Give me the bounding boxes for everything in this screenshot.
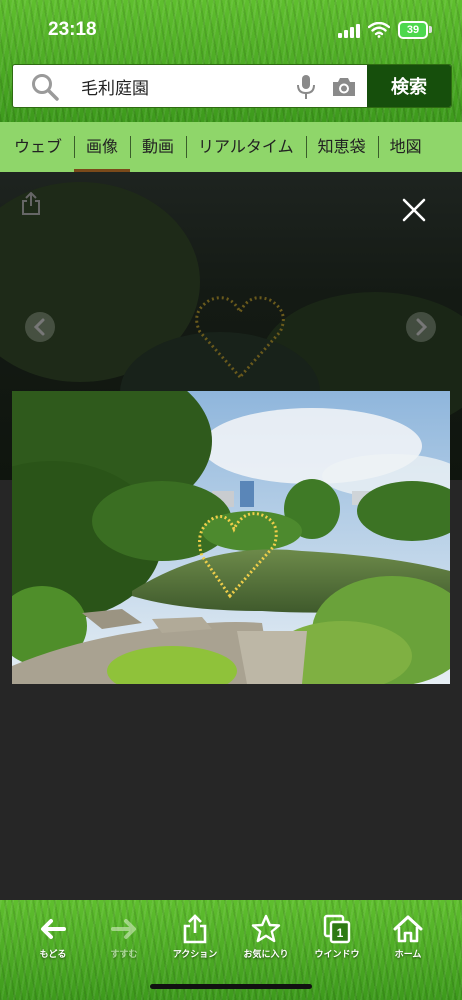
chevron-left-icon — [33, 318, 45, 336]
home-indicator — [150, 984, 312, 989]
action-share-icon — [183, 914, 207, 944]
wifi-icon — [368, 22, 390, 38]
window-label: ウインドウ — [314, 950, 360, 960]
favorites-button[interactable]: お気に入り — [231, 914, 301, 960]
tab-web[interactable]: ウェブ — [0, 122, 74, 172]
home-button[interactable]: ホーム — [373, 914, 443, 960]
tab-realtime[interactable]: リアルタイム — [186, 122, 306, 172]
back-arrow-icon — [41, 919, 66, 939]
window-icon: 1 — [323, 914, 351, 944]
forward-button[interactable]: すすむ — [89, 914, 159, 960]
chevron-right-icon — [416, 318, 428, 336]
prev-image-button[interactable] — [25, 312, 55, 342]
status-bar: 23:18 39 — [0, 0, 462, 60]
status-time: 23:18 — [48, 19, 97, 40]
camera-icon[interactable] — [331, 75, 357, 99]
battery-indicator: 39 — [398, 21, 428, 39]
forward-arrow-icon — [111, 919, 136, 939]
action-label: アクション — [172, 950, 218, 960]
tab-chiebukuro[interactable]: 知恵袋 — [305, 122, 378, 172]
favorites-label: お気に入り — [243, 950, 289, 960]
battery-tip — [429, 26, 432, 33]
tab-images[interactable]: 画像 — [74, 122, 131, 172]
search-button[interactable]: 検索 — [367, 65, 451, 107]
home-label: ホーム — [394, 950, 422, 960]
search-input[interactable] — [81, 65, 291, 107]
back-button[interactable]: もどる — [18, 914, 88, 960]
garden-photo — [12, 391, 450, 684]
close-icon[interactable] — [400, 196, 428, 224]
search-icon[interactable] — [31, 73, 59, 101]
forward-label: すすむ — [110, 950, 138, 960]
action-button[interactable]: アクション — [160, 914, 230, 960]
back-label: もどる — [39, 950, 67, 960]
header: 23:18 39 検索 — [0, 0, 462, 122]
window-button[interactable]: 1 ウインドウ — [302, 914, 372, 960]
star-icon — [251, 914, 281, 943]
share-icon[interactable] — [20, 192, 42, 216]
window-count: 1 — [337, 926, 344, 940]
search-bar: 検索 — [12, 64, 452, 108]
tab-map[interactable]: 地図 — [377, 122, 434, 172]
search-type-tabs: ウェブ 画像 動画 リアルタイム 知恵袋 地図 — [0, 122, 462, 172]
signal-icon — [338, 24, 362, 38]
tab-video[interactable]: 動画 — [130, 122, 186, 172]
next-image-button[interactable] — [406, 312, 436, 342]
selected-image[interactable] — [12, 391, 450, 684]
mic-icon[interactable] — [295, 74, 317, 100]
home-icon — [393, 915, 423, 943]
